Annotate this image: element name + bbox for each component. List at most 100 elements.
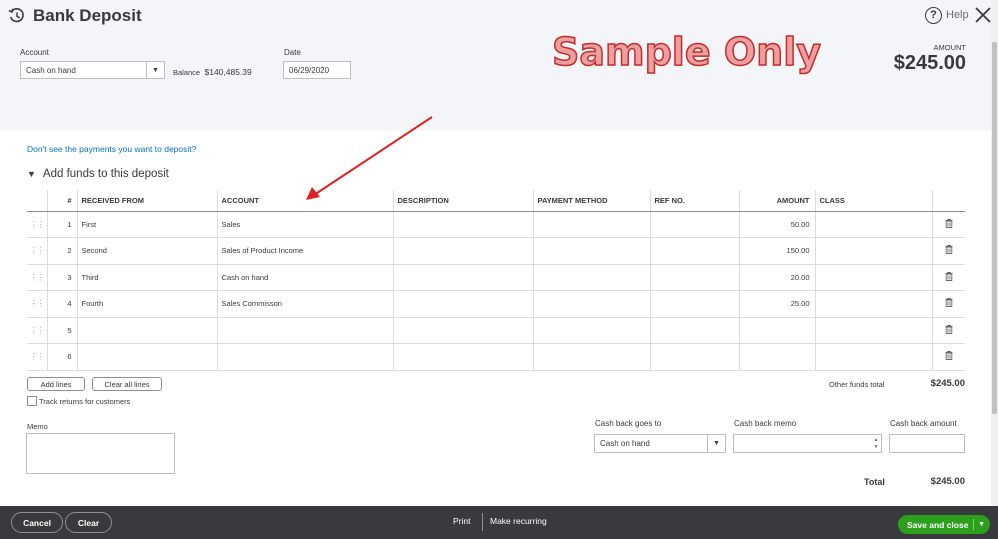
- save-options-caret-icon[interactable]: ▼: [973, 519, 985, 530]
- help-icon[interactable]: ?: [925, 7, 942, 24]
- cell-description[interactable]: [393, 211, 534, 238]
- cell-received-from[interactable]: [77, 343, 218, 371]
- sample-watermark: Sample Only: [551, 29, 822, 75]
- cell-ref-no[interactable]: [650, 237, 740, 265]
- cell-received-from[interactable]: Fourth: [77, 290, 218, 318]
- dropdown-caret-icon[interactable]: ▼: [707, 435, 725, 452]
- cell-description[interactable]: [393, 343, 534, 371]
- cell-received-from[interactable]: [77, 317, 218, 344]
- cash-back-account-select[interactable]: Cash on hand ▼: [594, 434, 726, 453]
- trash-icon[interactable]: [932, 343, 965, 371]
- cell-payment-method[interactable]: [533, 317, 651, 344]
- table-row[interactable]: ⋮⋮ 6: [27, 343, 965, 371]
- drag-handle-icon[interactable]: ⋮⋮: [27, 290, 48, 318]
- cell-class[interactable]: [815, 211, 933, 238]
- cell-class[interactable]: [815, 264, 933, 291]
- trash-icon[interactable]: [932, 237, 965, 265]
- cell-amount[interactable]: 25.00: [739, 290, 816, 318]
- drag-handle-icon[interactable]: ⋮⋮: [27, 264, 48, 291]
- cell-amount[interactable]: [739, 343, 816, 371]
- table-row[interactable]: ⋮⋮ 5: [27, 317, 965, 344]
- cell-received-from[interactable]: Second: [77, 237, 218, 265]
- section-header[interactable]: ▼ Add funds to this deposit: [27, 168, 169, 180]
- cell-ref-no[interactable]: [650, 317, 740, 344]
- cell-amount[interactable]: 20.00: [739, 264, 816, 291]
- cell-account[interactable]: Cash on hand: [217, 264, 394, 291]
- history-icon[interactable]: [8, 7, 26, 25]
- cell-ref-no[interactable]: [650, 264, 740, 291]
- row-number: 2: [47, 237, 78, 265]
- track-returns-checkbox[interactable]: [27, 396, 37, 406]
- cell-class[interactable]: [815, 290, 933, 318]
- other-funds-total-value: $245.00: [930, 378, 965, 389]
- cell-class[interactable]: [815, 237, 933, 265]
- cash-back-amount-input[interactable]: [889, 434, 965, 453]
- section-title: Add funds to this deposit: [42, 168, 169, 180]
- row-number: 3: [47, 264, 78, 291]
- clear-button[interactable]: Clear: [65, 512, 112, 533]
- cell-account[interactable]: Sales Commisson: [217, 290, 394, 318]
- cell-class[interactable]: [815, 343, 933, 371]
- cash-back-goes-to-label: Cash back goes to: [595, 419, 662, 428]
- date-label: Date: [284, 48, 301, 57]
- drag-handle-icon[interactable]: ⋮⋮: [27, 211, 48, 238]
- cell-amount[interactable]: [739, 317, 816, 344]
- cell-account[interactable]: Sales of Product Income: [217, 237, 394, 265]
- cell-received-from[interactable]: First: [77, 211, 218, 238]
- cell-payment-method[interactable]: [533, 343, 651, 371]
- clear-all-lines-button[interactable]: Clear all lines: [92, 377, 162, 391]
- memo-resize-stepper-icon[interactable]: ▲ ▼: [871, 434, 881, 453]
- memo-textarea[interactable]: [26, 433, 175, 474]
- other-funds-total-label: Other funds total: [829, 380, 885, 389]
- cell-payment-method[interactable]: [533, 264, 651, 291]
- cell-account[interactable]: [217, 317, 394, 344]
- cell-description[interactable]: [393, 317, 534, 344]
- collapse-triangle-icon[interactable]: ▼: [27, 169, 36, 179]
- column-header-actions: [932, 190, 965, 212]
- cell-amount[interactable]: 150.00: [739, 237, 816, 265]
- print-button[interactable]: Print: [453, 516, 470, 526]
- cell-account[interactable]: Sales: [217, 211, 394, 238]
- drag-handle-icon[interactable]: ⋮⋮: [27, 237, 48, 265]
- cell-amount[interactable]: 50.00: [739, 211, 816, 238]
- date-input[interactable]: 06/29/2020: [283, 61, 351, 79]
- cancel-button[interactable]: Cancel: [11, 512, 63, 533]
- column-header-drag: [27, 190, 48, 212]
- cell-ref-no[interactable]: [650, 211, 740, 238]
- trash-icon[interactable]: [932, 211, 965, 238]
- cash-back-memo-label: Cash back memo: [734, 419, 797, 428]
- missing-payments-link[interactable]: Don't see the payments you want to depos…: [27, 144, 196, 154]
- cash-back-memo-input[interactable]: [733, 434, 882, 453]
- cell-payment-method[interactable]: [533, 237, 651, 265]
- table-row[interactable]: ⋮⋮ 2 Second Sales of Product Income 150.…: [27, 237, 965, 265]
- trash-icon[interactable]: [932, 317, 965, 344]
- cell-received-from[interactable]: Third: [77, 264, 218, 291]
- trash-icon[interactable]: [932, 264, 965, 291]
- row-number: 1: [47, 211, 78, 238]
- table-row[interactable]: ⋮⋮ 1 First Sales 50.00: [27, 211, 965, 238]
- cell-account[interactable]: [217, 343, 394, 371]
- drag-handle-icon[interactable]: ⋮⋮: [27, 343, 48, 371]
- cash-back-amount-label: Cash back amount: [890, 419, 957, 428]
- trash-icon[interactable]: [932, 290, 965, 318]
- scrollbar-thumb[interactable]: [992, 42, 997, 414]
- cell-ref-no[interactable]: [650, 290, 740, 318]
- table-row[interactable]: ⋮⋮ 3 Third Cash on hand 20.00: [27, 264, 965, 291]
- cell-payment-method[interactable]: [533, 211, 651, 238]
- cell-class[interactable]: [815, 317, 933, 344]
- drag-handle-icon[interactable]: ⋮⋮: [27, 317, 48, 344]
- table-row[interactable]: ⋮⋮ 4 Fourth Sales Commisson 25.00: [27, 290, 965, 318]
- dropdown-caret-icon[interactable]: ▼: [146, 62, 164, 78]
- make-recurring-button[interactable]: Make recurring: [490, 516, 547, 526]
- save-and-close-button[interactable]: Save and close ▼: [898, 515, 990, 534]
- scrollbar[interactable]: [991, 0, 998, 506]
- account-select[interactable]: Cash on hand ▼: [20, 61, 165, 79]
- cell-ref-no[interactable]: [650, 343, 740, 371]
- close-icon[interactable]: [973, 5, 993, 25]
- cell-description[interactable]: [393, 290, 534, 318]
- cell-description[interactable]: [393, 264, 534, 291]
- add-lines-button[interactable]: Add lines: [27, 377, 85, 391]
- cell-description[interactable]: [393, 237, 534, 265]
- cell-payment-method[interactable]: [533, 290, 651, 318]
- help-link[interactable]: Help: [946, 9, 969, 21]
